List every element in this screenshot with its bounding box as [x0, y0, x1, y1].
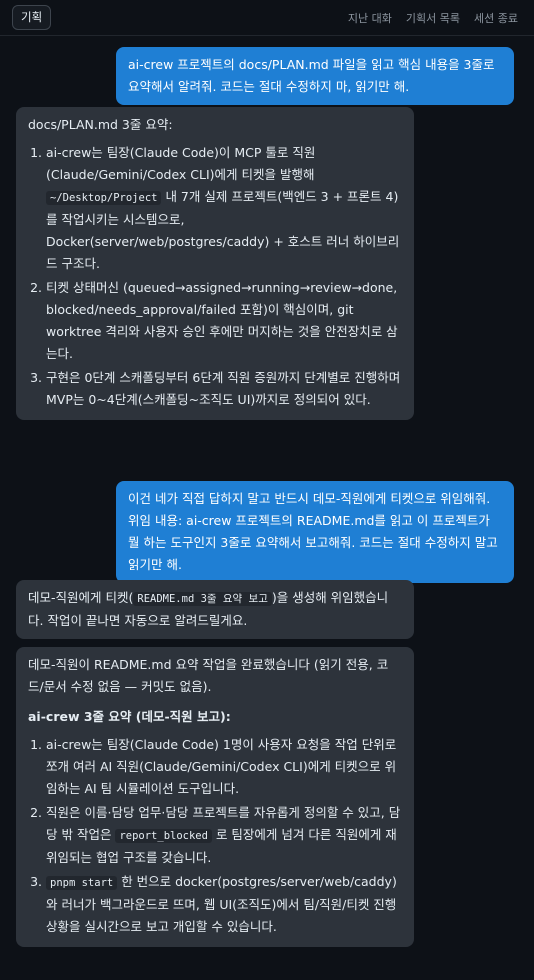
inline-code: pnpm start [46, 876, 118, 890]
past-conversations-link[interactable]: 지난 대화 [348, 10, 392, 26]
inline-code: README.md 3줄 요약 보고 [133, 592, 272, 606]
list-item: 직원은 이름·담당 업무·담당 프로젝트를 자유롭게 정의할 수 있고, 담당 … [46, 802, 402, 869]
summary-list: ai-crew는 팀장(Claude Code)이 MCP 툴로 직원(Clau… [28, 142, 402, 411]
end-session-link[interactable]: 세션 종료 [474, 10, 518, 26]
inline-code: ~/Desktop/Project [46, 191, 162, 205]
list-item: pnpm start 한 번으로 docker(postgres/server/… [46, 871, 402, 938]
message-text: 데모-직원에게 티켓( [28, 590, 134, 605]
message-title: docs/PLAN.md 3줄 요약: [28, 117, 173, 132]
top-nav: 지난 대화 기획서 목록 세션 종료 [348, 10, 518, 26]
top-bar: 기획 지난 대화 기획서 목록 세션 종료 [0, 0, 534, 36]
item-text: 티켓 상태머신 (queued→assigned→running→review→… [46, 280, 398, 361]
user-message: ai-crew 프로젝트의 docs/PLAN.md 파일을 읽고 핵심 내용을… [116, 47, 514, 105]
assistant-message: docs/PLAN.md 3줄 요약: ai-crew는 팀장(Claude C… [16, 107, 414, 420]
message-intro: 데모-직원이 README.md 요약 작업을 완료했습니다 (읽기 전용, 코… [28, 657, 389, 694]
assistant-message: 데모-직원이 README.md 요약 작업을 완료했습니다 (읽기 전용, 코… [16, 647, 414, 947]
plan-list-link[interactable]: 기획서 목록 [406, 10, 460, 26]
item-text: ai-crew는 팀장(Claude Code) 1명이 사용자 요청을 작업 … [46, 737, 397, 796]
item-text: 구현은 0단계 스캐폴딩부터 6단계 직원 증원까지 단계별로 진행하며 MVP… [46, 370, 401, 407]
list-item: ai-crew는 팀장(Claude Code) 1명이 사용자 요청을 작업 … [46, 734, 402, 800]
inline-code: report_blocked [115, 829, 212, 843]
user-message: 이건 네가 직접 답하지 말고 반드시 데모-직원에게 티켓으로 위임해줘. 위… [116, 481, 514, 583]
item-text: ai-crew는 팀장(Claude Code)이 MCP 툴로 직원(Clau… [46, 145, 316, 182]
message-text: 이건 네가 직접 답하지 말고 반드시 데모-직원에게 티켓으로 위임해줘. 위… [128, 491, 498, 572]
assistant-message: 데모-직원에게 티켓(README.md 3줄 요약 보고)을 생성해 위임했습… [16, 580, 414, 639]
list-item: ai-crew는 팀장(Claude Code)이 MCP 툴로 직원(Clau… [46, 142, 402, 275]
message-title: ai-crew 3줄 요약 (데모-직원 보고): [28, 709, 231, 724]
plan-button[interactable]: 기획 [12, 5, 52, 30]
list-item: 티켓 상태머신 (queued→assigned→running→review→… [46, 277, 402, 365]
list-item: 구현은 0단계 스캐폴딩부터 6단계 직원 증원까지 단계별로 진행하며 MVP… [46, 367, 402, 411]
message-text: ai-crew 프로젝트의 docs/PLAN.md 파일을 읽고 핵심 내용을… [128, 57, 495, 94]
summary-list: ai-crew는 팀장(Claude Code) 1명이 사용자 요청을 작업 … [28, 734, 402, 938]
